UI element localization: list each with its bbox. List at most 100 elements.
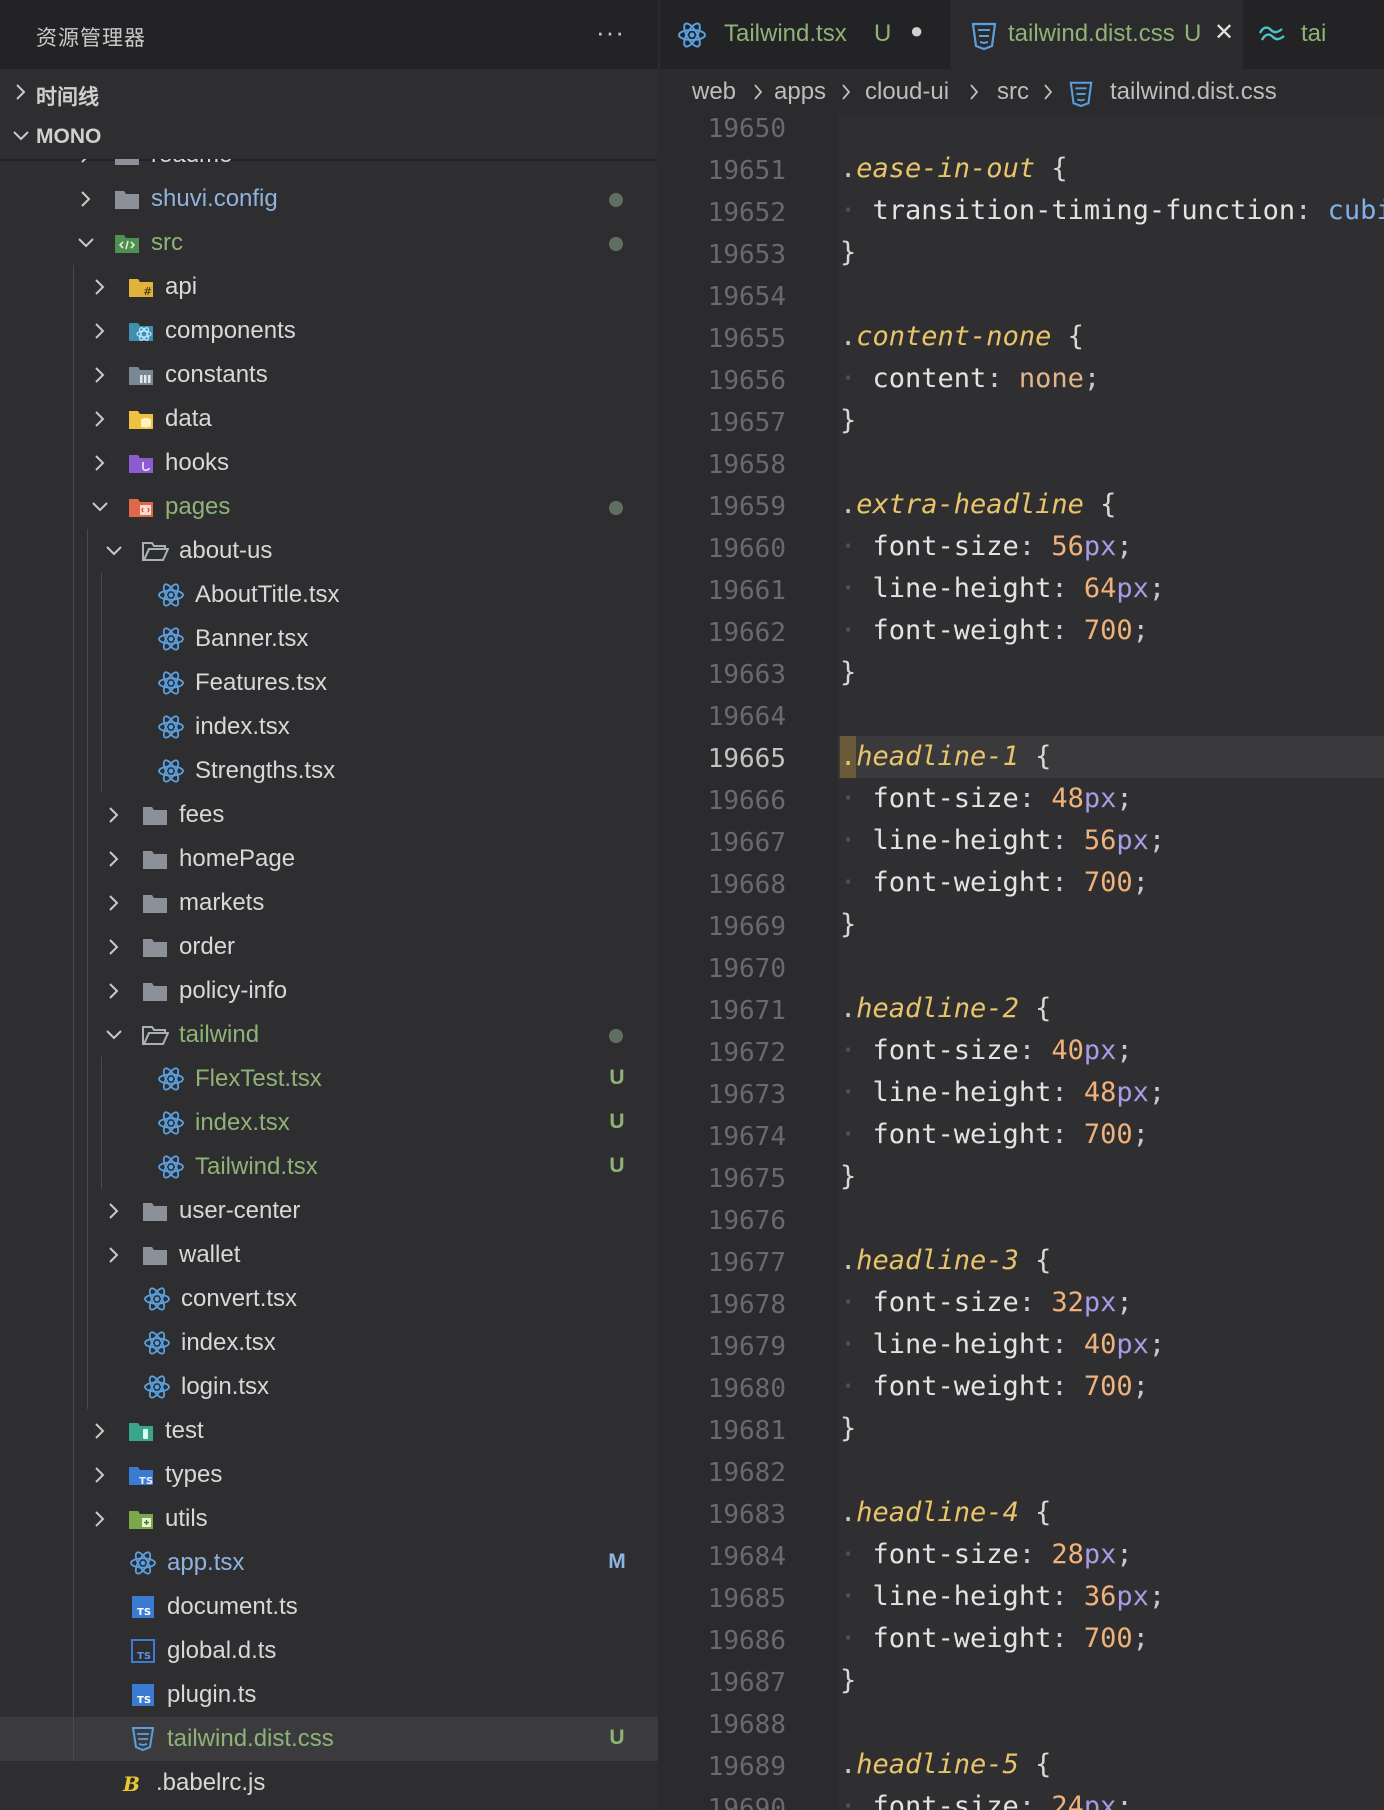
- tree-file[interactable]: Strengths.tsx: [0, 749, 658, 793]
- indent-guide: [87, 793, 88, 837]
- tree-file[interactable]: TS document.ts: [0, 1585, 658, 1629]
- tab-status: U: [874, 20, 892, 47]
- indent-guide: [101, 661, 102, 705]
- git-change-dot: [609, 193, 623, 207]
- tab-tailwind-dist-css[interactable]: tailwind.dist.css U ✕: [950, 0, 1243, 69]
- tree-folder[interactable]: user-center: [0, 1189, 658, 1233]
- chevron-right-icon[interactable]: [89, 1464, 111, 1486]
- chevron-right-icon[interactable]: [103, 980, 125, 1002]
- chevron-right-icon[interactable]: [103, 804, 125, 826]
- tree-folder[interactable]: components: [0, 309, 658, 353]
- tree-folder[interactable]: # api: [0, 265, 658, 309]
- colon: :: [1018, 783, 1052, 814]
- css-number: 700: [1083, 867, 1133, 898]
- chevron-down-icon[interactable]: [103, 540, 125, 562]
- chevron-right-icon[interactable]: [103, 1244, 125, 1266]
- indent-guide: [101, 705, 102, 749]
- tree-folder[interactable]: src: [0, 221, 658, 265]
- tree-folder[interactable]: fees: [0, 793, 658, 837]
- tab-tailwind-tsx[interactable]: Tailwind.tsx U ●: [660, 0, 948, 69]
- chevron-right-icon[interactable]: [89, 408, 111, 430]
- chevron-right-icon[interactable]: [103, 848, 125, 870]
- tree-folder[interactable]: readme: [0, 159, 658, 177]
- chevron-right-icon[interactable]: [89, 452, 111, 474]
- tree-file[interactable]: index.tsx U: [0, 1101, 658, 1145]
- tree-file[interactable]: tailwind.dist.css U: [0, 1717, 658, 1761]
- more-actions-icon[interactable]: ···: [596, 17, 625, 48]
- css-number: 700: [1083, 1119, 1133, 1150]
- tree-file[interactable]: login.tsx: [0, 1365, 658, 1409]
- tree-folder[interactable]: utils: [0, 1497, 658, 1541]
- breadcrumb-item[interactable]: cloud-ui: [865, 78, 949, 106]
- chevron-down-icon[interactable]: [89, 496, 111, 518]
- tree-folder[interactable]: about-us: [0, 529, 658, 573]
- cursor-dot: .: [840, 736, 857, 778]
- chevron-right-icon[interactable]: [89, 364, 111, 386]
- tree-file[interactable]: index.tsx: [0, 1321, 658, 1365]
- chevron-right-icon[interactable]: [103, 936, 125, 958]
- chevron-down-icon[interactable]: [75, 232, 97, 254]
- css-number: 40: [1083, 1329, 1117, 1360]
- code-line: · font-size: 40px;: [840, 1030, 1133, 1072]
- tree-folder[interactable]: shuvi.config: [0, 177, 658, 221]
- timeline-section-header[interactable]: 时间线: [0, 71, 658, 115]
- modified-dot-icon[interactable]: ●: [910, 18, 923, 44]
- css-selector: extra-headline: [856, 489, 1084, 520]
- indent-guide: [87, 1101, 88, 1145]
- tree-file[interactable]: index.tsx: [0, 705, 658, 749]
- chevron-right-icon[interactable]: [103, 1200, 125, 1222]
- tree-file[interactable]: Features.tsx: [0, 661, 658, 705]
- tree-folder[interactable]: constants: [0, 353, 658, 397]
- css-property: content: [872, 363, 987, 394]
- indent-guide: [73, 573, 74, 617]
- chevron-down-icon[interactable]: [103, 1024, 125, 1046]
- tab-label: Tailwind.tsx: [724, 20, 847, 47]
- breadcrumb-item[interactable]: src: [997, 78, 1029, 106]
- tree-folder[interactable]: order: [0, 925, 658, 969]
- tree-item-label: shuvi.config: [151, 185, 278, 212]
- typescript-icon: TS: [129, 1682, 157, 1708]
- tree-folder[interactable]: wallet: [0, 1233, 658, 1277]
- css-number: 28: [1051, 1539, 1084, 1570]
- breadcrumb-item[interactable]: apps: [774, 78, 826, 106]
- tree-folder[interactable]: test: [0, 1409, 658, 1453]
- tree-file[interactable]: Banner.tsx: [0, 617, 658, 661]
- tree-folder[interactable]: TS types: [0, 1453, 658, 1497]
- tree-folder[interactable]: markets: [0, 881, 658, 925]
- tree-file[interactable]: TS plugin.ts: [0, 1673, 658, 1717]
- tree-file[interactable]: AboutTitle.tsx: [0, 573, 658, 617]
- indent-guide: [73, 1233, 74, 1277]
- git-status-badge: U: [609, 1154, 625, 1177]
- tree-item-label: login.tsx: [181, 1373, 270, 1400]
- chevron-right-icon[interactable]: [89, 320, 111, 342]
- chevron-right-icon: [970, 84, 979, 100]
- tree-file[interactable]: B .babelrc.js: [0, 1761, 658, 1805]
- chevron-right-icon[interactable]: [75, 159, 97, 166]
- tab-tailwind-config[interactable]: tai: [1245, 0, 1384, 69]
- tree-folder[interactable]: pages: [0, 485, 658, 529]
- chevron-right-icon[interactable]: [103, 892, 125, 914]
- tree-folder[interactable]: tailwind: [0, 1013, 658, 1057]
- chevron-right-icon[interactable]: [89, 1508, 111, 1530]
- tree-folder[interactable]: policy-info: [0, 969, 658, 1013]
- tree-file[interactable]: Tailwind.tsx U: [0, 1145, 658, 1189]
- tree-folder[interactable]: data: [0, 397, 658, 441]
- code-line: · font-size: 56px;: [840, 526, 1133, 568]
- tree-file[interactable]: TS global.d.ts: [0, 1629, 658, 1673]
- line-number: 19660: [707, 534, 786, 564]
- code-editor[interactable]: 19650 19651 .ease-in-out {19652 · transitio…: [660, 115, 1384, 1810]
- chevron-right-icon[interactable]: [89, 1420, 111, 1442]
- tree-file[interactable]: convert.tsx: [0, 1277, 658, 1321]
- tree-folder[interactable]: hooks: [0, 441, 658, 485]
- tree-folder[interactable]: homePage: [0, 837, 658, 881]
- mono-section-header[interactable]: MONO: [0, 115, 658, 161]
- svg-text:TS: TS: [139, 1476, 153, 1487]
- breadcrumb-item[interactable]: web: [692, 78, 736, 106]
- breadcrumb-item[interactable]: tailwind.dist.css: [1110, 78, 1277, 106]
- tree-file[interactable]: FlexTest.tsx U: [0, 1057, 658, 1101]
- tree-file[interactable]: app.tsx M: [0, 1541, 658, 1585]
- css-property: font-size: [872, 1035, 1019, 1066]
- chevron-right-icon[interactable]: [89, 276, 111, 298]
- chevron-right-icon[interactable]: [75, 188, 97, 210]
- close-icon[interactable]: ✕: [1214, 18, 1234, 47]
